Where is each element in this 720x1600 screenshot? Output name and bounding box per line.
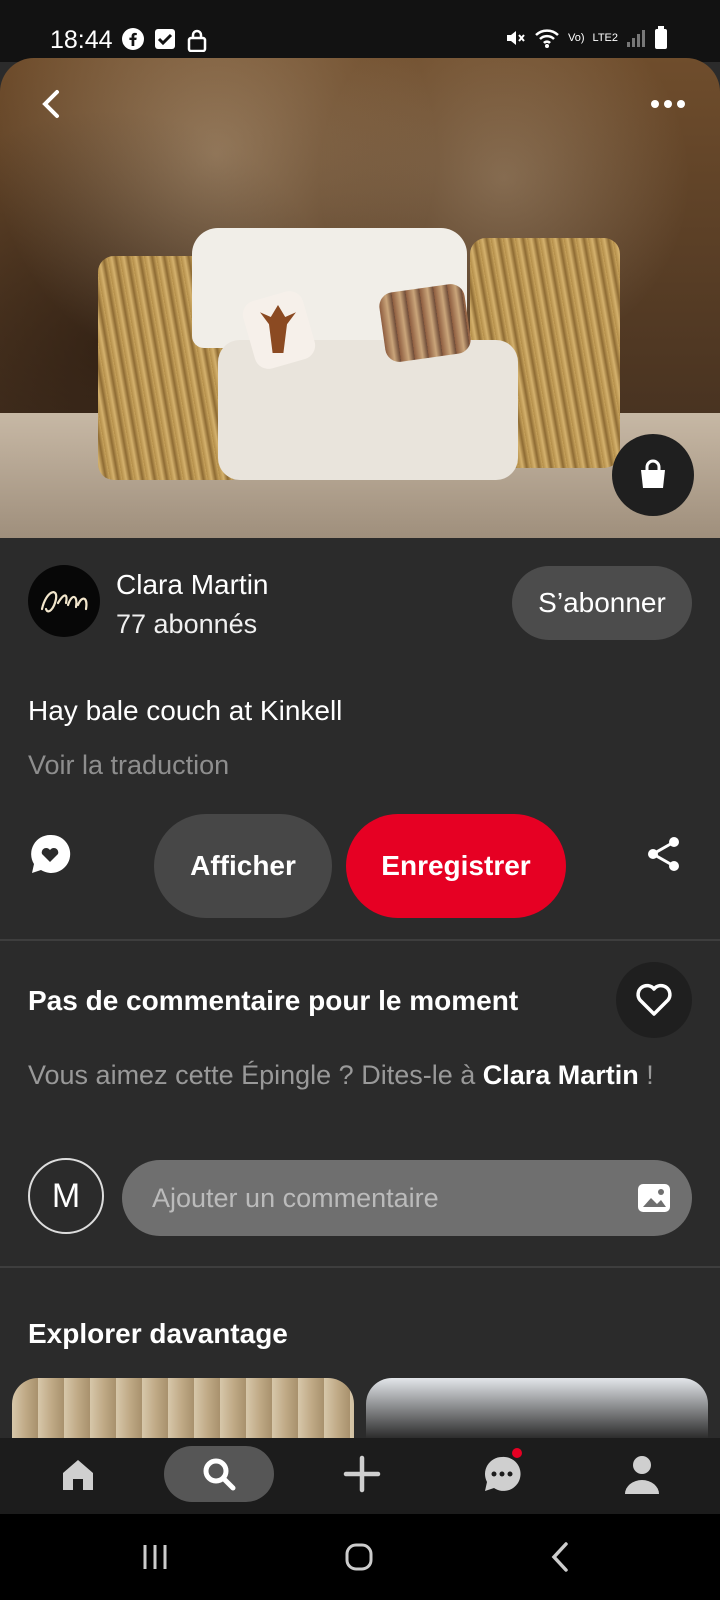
current-user-avatar: M	[28, 1158, 104, 1234]
signal-icon	[627, 30, 645, 47]
comment-prompt-suffix: !	[638, 1060, 654, 1090]
share-button[interactable]	[644, 834, 692, 882]
profile-icon	[625, 1456, 659, 1494]
follow-button[interactable]: S’abonner	[512, 566, 692, 640]
view-button[interactable]: Afficher	[154, 814, 332, 918]
chat-bubble-icon	[485, 1456, 521, 1491]
pillow-plaid	[377, 282, 473, 364]
home-icon	[63, 1460, 93, 1490]
comment-field[interactable]	[122, 1160, 692, 1236]
see-translation-link[interactable]: Voir la traduction	[28, 750, 229, 781]
heart-outline-icon	[636, 983, 672, 1016]
more-options-button[interactable]	[636, 84, 700, 124]
home-nav-button[interactable]	[324, 1532, 394, 1582]
back-button[interactable]	[24, 76, 80, 132]
wifi-icon	[535, 29, 559, 48]
comment-input[interactable]	[150, 1181, 624, 1215]
status-time: 18:44	[50, 26, 113, 54]
divider	[0, 939, 720, 941]
comment-prompt-text: Vous aimez cette Épingle ? Dites-le à	[28, 1060, 483, 1090]
like-button[interactable]	[616, 962, 692, 1038]
comments-button[interactable]	[28, 832, 78, 882]
recent-apps-icon	[143, 1545, 167, 1569]
shop-button[interactable]	[612, 434, 694, 516]
tab-search[interactable]	[164, 1446, 274, 1502]
author-avatar[interactable]	[28, 565, 100, 637]
shopping-bag-icon	[641, 459, 665, 488]
tab-home[interactable]	[50, 1446, 106, 1502]
share-icon	[648, 837, 679, 871]
status-bar: 18:44 Vo) LTE2	[0, 0, 720, 62]
image-icon	[638, 1184, 670, 1212]
system-navigation-bar	[0, 1514, 720, 1600]
author-name[interactable]: Clara Martin	[116, 569, 268, 601]
back-arrow-icon	[551, 1542, 568, 1572]
more-dot-icon	[677, 100, 685, 108]
tab-profile[interactable]	[614, 1446, 670, 1502]
author-followers: 77 abonnés	[116, 609, 258, 639]
explore-pin-thumbnail[interactable]	[366, 1378, 708, 1438]
mute-icon	[507, 31, 525, 45]
back-nav-button[interactable]	[526, 1532, 596, 1582]
status-right-icons: Vo) LTE2	[504, 26, 668, 50]
signature-logo-icon	[40, 591, 88, 613]
more-dot-icon	[651, 100, 659, 108]
save-button[interactable]: Enregistrer	[346, 814, 566, 918]
home-circle-icon	[345, 1543, 373, 1571]
tab-messages[interactable]	[474, 1446, 530, 1502]
facebook-icon	[122, 28, 144, 50]
notification-dot	[512, 1448, 522, 1458]
more-dot-icon	[664, 100, 672, 108]
lock-icon	[187, 29, 207, 52]
author-row: Clara Martin 77 abonnés S’abonner	[28, 563, 692, 645]
pin-image[interactable]	[0, 58, 720, 538]
checkbox-icon	[155, 29, 175, 49]
bottom-tab-bar	[0, 1438, 720, 1514]
status-left-icons	[122, 28, 208, 52]
chevron-left-icon	[42, 90, 59, 118]
volte-label: Vo)	[568, 31, 585, 44]
heart-speech-bubble-icon	[31, 834, 71, 873]
battery-icon	[655, 26, 667, 49]
comments-title: Pas de commentaire pour le moment	[28, 985, 519, 1016]
explore-title: Explorer davantage	[28, 1318, 288, 1349]
search-icon	[203, 1458, 236, 1491]
add-image-button[interactable]	[636, 1180, 672, 1216]
plus-icon	[343, 1455, 381, 1493]
recent-apps-button[interactable]	[120, 1532, 190, 1582]
explore-pin-thumbnail[interactable]	[12, 1378, 354, 1438]
network-label: LTE2	[592, 32, 618, 44]
pin-title: Hay bale couch at Kinkell	[28, 695, 343, 726]
comment-prompt-author[interactable]: Clara Martin	[483, 1060, 639, 1090]
action-bar: Afficher Enregistrer	[0, 814, 720, 920]
divider	[0, 1266, 720, 1268]
tab-create[interactable]	[334, 1446, 390, 1502]
comment-prompt: Vous aimez cette Épingle ? Dites-le à Cl…	[28, 1056, 678, 1094]
